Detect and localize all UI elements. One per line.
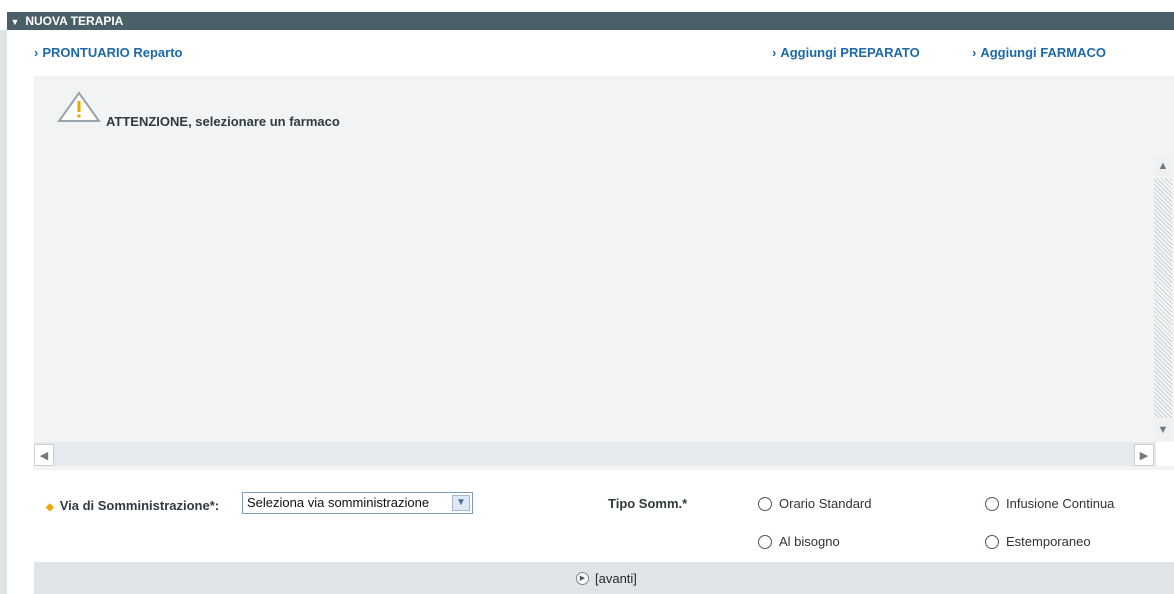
radio-circle-icon[interactable]: [985, 534, 999, 549]
aggiungi-preparato-link[interactable]: › Aggiungi PREPARATO: [772, 45, 920, 60]
via-somministrazione-select[interactable]: Seleziona via somministrazione ▼: [242, 492, 473, 514]
radio-circle-icon[interactable]: [985, 496, 999, 511]
radio-circle-icon[interactable]: [758, 534, 772, 549]
link-bar: › PRONTUARIO Reparto › Aggiungi PREPARATO …: [34, 30, 1174, 75]
scroll-right-icon[interactable]: ▶: [1134, 444, 1154, 466]
via-somministrazione-label: ◆ Via di Somministrazione*:: [46, 498, 220, 513]
chevron-right-icon: ›: [972, 45, 977, 60]
chevron-right-icon: ›: [772, 45, 777, 60]
prontuario-reparto-link[interactable]: › PRONTUARIO Reparto: [34, 45, 182, 60]
radio-estemporaneo[interactable]: Estemporaneo: [985, 534, 1091, 549]
left-border: [0, 30, 7, 594]
radio-infusione-continua[interactable]: Infusione Continua: [985, 496, 1114, 511]
drug-list-panel: ATTENZIONE, selezionare un farmaco ▲ ▼ ◀…: [34, 76, 1174, 470]
radio-al-bisogno[interactable]: Al bisogno: [758, 534, 840, 549]
footer-bar: ▶ [avanti]: [34, 562, 1174, 594]
section-header[interactable]: ▼ NUOVA TERAPIA: [7, 12, 1174, 30]
scrollbar-track[interactable]: [1154, 178, 1172, 418]
radio-circle-icon[interactable]: [758, 496, 772, 511]
scroll-down-icon[interactable]: ▼: [1154, 420, 1172, 440]
caret-down-icon: ▼: [10, 17, 20, 27]
avanti-button[interactable]: ▶ [avanti]: [576, 571, 637, 586]
chevron-down-icon[interactable]: ▼: [452, 495, 470, 511]
tipo-somm-label: Tipo Somm.*: [608, 496, 688, 511]
radio-orario-standard[interactable]: Orario Standard: [758, 496, 872, 511]
warning-triangle-icon: [57, 91, 101, 122]
required-dot-icon: ◆: [46, 502, 54, 513]
administration-form: ◆ Via di Somministrazione*: Seleziona via…: [34, 470, 1174, 528]
vertical-scrollbar[interactable]: ▲ ▼: [1152, 156, 1174, 442]
scroll-left-icon[interactable]: ◀: [34, 444, 54, 466]
scroll-up-icon[interactable]: ▲: [1154, 156, 1172, 176]
play-circle-icon: ▶: [576, 572, 589, 585]
warning-message: ATTENZIONE, selezionare un farmaco: [106, 114, 340, 129]
scrollbar-corner: [1156, 442, 1174, 466]
section-title: NUOVA TERAPIA: [25, 14, 124, 28]
horizontal-scrollbar[interactable]: ◀ ▶: [34, 442, 1174, 466]
aggiungi-farmaco-link[interactable]: › Aggiungi FARMACO: [972, 45, 1106, 60]
chevron-right-icon: ›: [34, 45, 39, 60]
